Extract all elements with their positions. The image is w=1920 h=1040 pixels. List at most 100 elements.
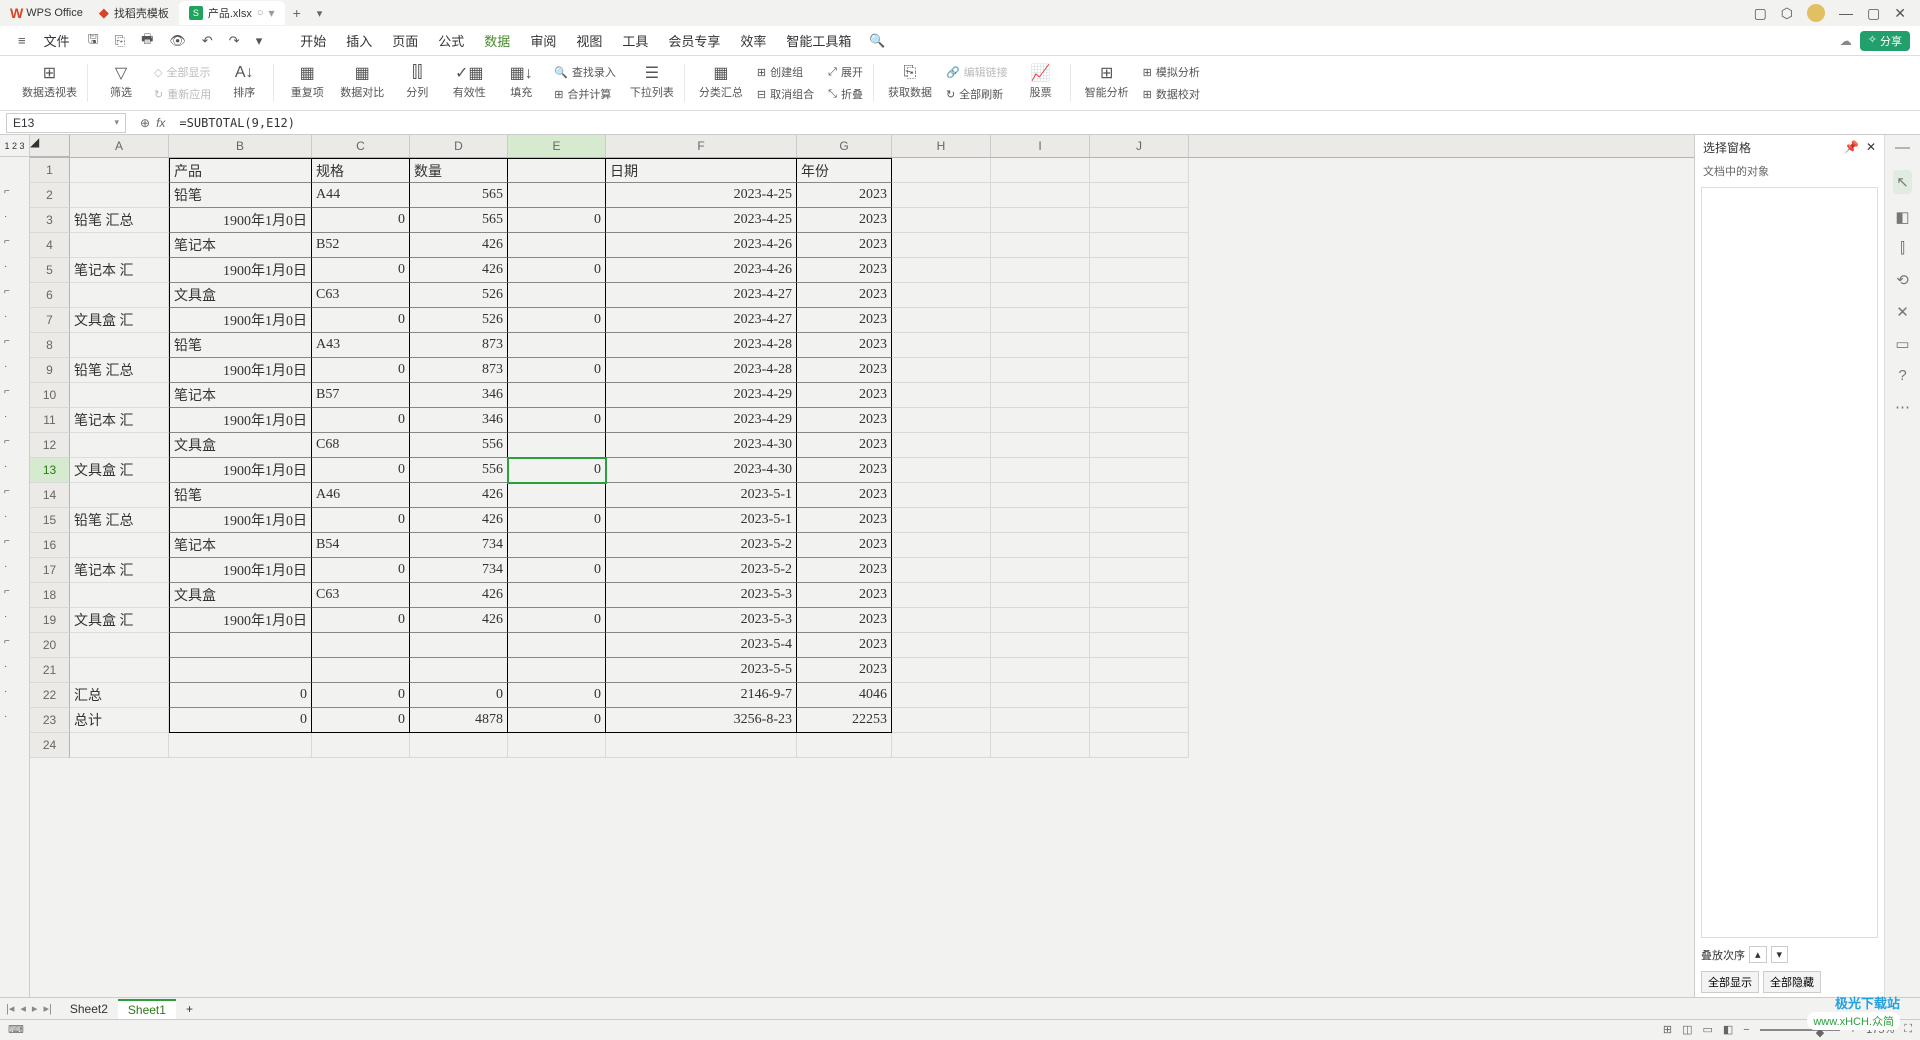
cell[interactable]: 0 bbox=[312, 358, 410, 383]
cell[interactable] bbox=[1090, 533, 1189, 558]
cell[interactable] bbox=[991, 733, 1090, 758]
outline-mark[interactable]: · bbox=[4, 461, 7, 472]
cell[interactable] bbox=[508, 733, 606, 758]
cell[interactable]: 数量 bbox=[410, 158, 508, 183]
cell[interactable] bbox=[892, 583, 991, 608]
cell[interactable]: 526 bbox=[410, 308, 508, 333]
dropdown-icon[interactable]: ▾ bbox=[248, 33, 271, 49]
cell[interactable] bbox=[892, 408, 991, 433]
cell[interactable]: C63 bbox=[312, 283, 410, 308]
help-icon[interactable]: ? bbox=[1898, 367, 1906, 384]
row-header[interactable]: 8 bbox=[30, 333, 70, 358]
cell[interactable] bbox=[991, 258, 1090, 283]
cell[interactable] bbox=[991, 308, 1090, 333]
cell[interactable]: 日期 bbox=[606, 158, 797, 183]
menu-file[interactable]: 文件 bbox=[34, 31, 80, 50]
cell[interactable]: 0 bbox=[312, 308, 410, 333]
menu-member[interactable]: 会员专享 bbox=[658, 31, 730, 50]
row-header[interactable]: 2 bbox=[30, 183, 70, 208]
cell[interactable]: 0 bbox=[312, 558, 410, 583]
sync-icon[interactable]: ⟲ bbox=[1896, 271, 1909, 289]
cell[interactable] bbox=[508, 533, 606, 558]
row-header[interactable]: 17 bbox=[30, 558, 70, 583]
cell[interactable]: 铅笔 bbox=[169, 483, 312, 508]
cell[interactable] bbox=[991, 433, 1090, 458]
validity-button[interactable]: ✓▦有效性 bbox=[450, 64, 488, 102]
outline-mark[interactable]: · bbox=[4, 561, 7, 572]
cell[interactable] bbox=[991, 658, 1090, 683]
cell[interactable] bbox=[70, 333, 169, 358]
outline-mark[interactable]: ⌐ bbox=[4, 286, 10, 297]
cell[interactable] bbox=[991, 583, 1090, 608]
cell[interactable] bbox=[1090, 658, 1189, 683]
close-pane-icon[interactable]: ✕ bbox=[1866, 140, 1876, 154]
outline-levels[interactable]: 1 2 3 bbox=[0, 135, 29, 157]
sort-button[interactable]: A↓排序 bbox=[225, 64, 263, 102]
cell[interactable]: 2023-5-5 bbox=[606, 658, 797, 683]
cell[interactable]: 汇总 bbox=[70, 683, 169, 708]
cell[interactable] bbox=[991, 483, 1090, 508]
cell[interactable]: 565 bbox=[410, 183, 508, 208]
cell[interactable]: 426 bbox=[410, 258, 508, 283]
outline-column[interactable]: 1 2 3 ⌐·⌐·⌐·⌐·⌐·⌐·⌐·⌐·⌐·⌐··· bbox=[0, 135, 30, 997]
cell[interactable] bbox=[508, 283, 606, 308]
cell[interactable]: 0 bbox=[312, 208, 410, 233]
cell[interactable] bbox=[508, 183, 606, 208]
cell[interactable] bbox=[70, 658, 169, 683]
filter-button[interactable]: ▽筛选 bbox=[102, 64, 140, 102]
cell[interactable]: 0 bbox=[312, 608, 410, 633]
cell[interactable]: 2023 bbox=[797, 283, 892, 308]
cell[interactable] bbox=[169, 633, 312, 658]
cell[interactable] bbox=[1090, 308, 1189, 333]
col-header-I[interactable]: I bbox=[991, 135, 1090, 157]
cell[interactable] bbox=[991, 533, 1090, 558]
cell[interactable]: 2023 bbox=[797, 208, 892, 233]
cell[interactable]: 笔记本 bbox=[169, 233, 312, 258]
cell[interactable]: A46 bbox=[312, 483, 410, 508]
cell[interactable]: 0 bbox=[508, 408, 606, 433]
sheet-tab-sheet2[interactable]: Sheet2 bbox=[60, 1000, 118, 1018]
add-tab-button[interactable]: + bbox=[285, 5, 309, 21]
cell[interactable] bbox=[892, 508, 991, 533]
doc-tab-template[interactable]: ◆ 找稻壳模板 bbox=[89, 1, 179, 25]
cell[interactable] bbox=[991, 408, 1090, 433]
outline-mark[interactable]: · bbox=[4, 611, 7, 622]
outline-mark[interactable]: · bbox=[4, 411, 7, 422]
cell[interactable] bbox=[1090, 608, 1189, 633]
cell[interactable]: 0 bbox=[169, 708, 312, 733]
cell[interactable] bbox=[991, 208, 1090, 233]
outline-mark[interactable]: ⌐ bbox=[4, 236, 10, 247]
cell[interactable]: 426 bbox=[410, 508, 508, 533]
cell[interactable]: 1900年1月0日 bbox=[169, 458, 312, 483]
undo-icon[interactable]: ↶ bbox=[194, 33, 221, 49]
cell[interactable] bbox=[991, 558, 1090, 583]
cell[interactable] bbox=[70, 158, 169, 183]
collapse-icon[interactable]: — bbox=[1895, 139, 1910, 156]
row-header[interactable]: 12 bbox=[30, 433, 70, 458]
outline-mark[interactable]: · bbox=[4, 311, 7, 322]
spreadsheet[interactable]: ◢ A B C D E F G H I J 1产品规格数量日期年份2铅笔A445… bbox=[30, 135, 1694, 997]
cell[interactable] bbox=[508, 333, 606, 358]
menu-start[interactable]: 开始 bbox=[290, 31, 336, 50]
col-header-A[interactable]: A bbox=[70, 135, 169, 157]
cell[interactable] bbox=[991, 158, 1090, 183]
cell[interactable]: 2023-5-4 bbox=[606, 633, 797, 658]
prev-sheet-icon[interactable]: ◂ bbox=[20, 1002, 26, 1015]
cell[interactable] bbox=[508, 233, 606, 258]
cell[interactable] bbox=[1090, 483, 1189, 508]
cell[interactable]: 2023 bbox=[797, 408, 892, 433]
cell[interactable] bbox=[1090, 183, 1189, 208]
cell[interactable] bbox=[892, 308, 991, 333]
cell[interactable] bbox=[410, 733, 508, 758]
cell[interactable]: 文具盒 汇 bbox=[70, 608, 169, 633]
cell[interactable]: B57 bbox=[312, 383, 410, 408]
col-header-F[interactable]: F bbox=[606, 135, 797, 157]
cell[interactable]: 2023 bbox=[797, 308, 892, 333]
cell[interactable] bbox=[892, 333, 991, 358]
cell[interactable]: 2023-4-28 bbox=[606, 358, 797, 383]
cell[interactable] bbox=[606, 733, 797, 758]
menu-insert[interactable]: 插入 bbox=[336, 31, 382, 50]
col-header-G[interactable]: G bbox=[797, 135, 892, 157]
target-icon[interactable]: ⊕ bbox=[140, 116, 150, 130]
outline-mark[interactable]: ⌐ bbox=[4, 386, 10, 397]
